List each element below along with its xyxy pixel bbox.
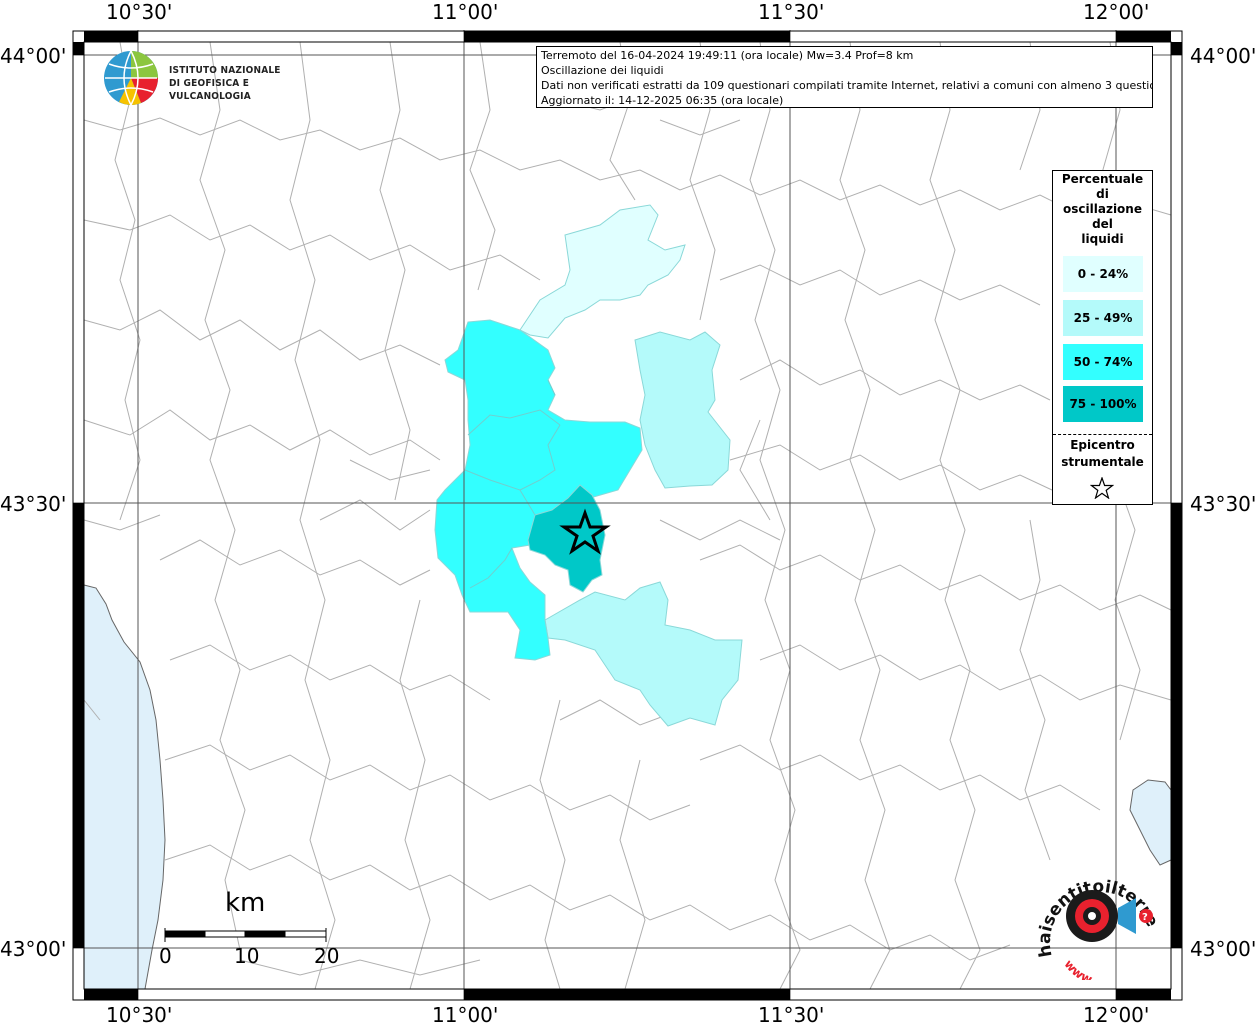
globe-icon — [104, 50, 158, 106]
data-note: Dati non verificati estratti da 109 ques… — [541, 79, 1153, 92]
star-icon — [1090, 477, 1114, 499]
legend-epicentre-line: strumentale — [1061, 455, 1144, 469]
haisentitoilterremoto-logo: haisentitoilterremoto.it www. ? — [1030, 860, 1162, 980]
lon-tick-label-top: 11°00' — [432, 0, 498, 24]
megaphone-icon — [1118, 898, 1136, 934]
lon-tick-label-top: 12°00' — [1083, 0, 1149, 24]
legend-title-line: oscillazione — [1063, 202, 1142, 216]
legend-title-line: del — [1092, 217, 1113, 231]
lon-tick-label-top: 11°30' — [758, 0, 824, 24]
lat-tick-label-right: 43°00' — [1190, 937, 1255, 961]
ingv-logo-text: ISTITUTO NAZIONALE DI GEOFISICA E VULCAN… — [169, 64, 321, 103]
event-info-box: Terremoto del 16-04-2024 19:49:11 (ora l… — [536, 46, 1153, 108]
update-time: Aggiornato il: 14-12-2025 06:35 (ora loc… — [541, 94, 784, 107]
legend: Percentuale di oscillazione del liquidi … — [1052, 170, 1153, 505]
legend-epicentre-line: Epicentro — [1070, 438, 1135, 452]
legend-item-25-49: 25 - 49% — [1063, 300, 1143, 336]
scale-unit-label: km — [225, 888, 266, 918]
legend-item-50-74: 50 - 74% — [1063, 344, 1143, 380]
scale-label: 20 — [314, 944, 340, 968]
lat-tick-label-left: 43°00' — [0, 937, 66, 961]
lat-tick-label-right: 44°00' — [1190, 44, 1255, 68]
svg-text:www.: www. — [1061, 957, 1096, 980]
lon-tick-label-bottom: 11°00' — [432, 1003, 498, 1024]
legend-title-line: liquidi — [1081, 232, 1124, 246]
svg-text:?: ? — [1142, 912, 1148, 923]
map-subject: Oscillazione dei liquidi — [541, 64, 664, 77]
lat-tick-label-right: 43°30' — [1190, 492, 1255, 516]
scale-label: 10 — [234, 944, 260, 968]
legend-item-0-24: 0 - 24% — [1063, 256, 1143, 292]
lat-tick-label-left: 43°30' — [0, 492, 66, 516]
event-title: Terremoto del 16-04-2024 19:49:11 (ora l… — [541, 49, 914, 62]
legend-title-line: di — [1096, 187, 1109, 201]
legend-epicentre-label: Epicentro strumentale — [1053, 437, 1152, 471]
legend-title: Percentuale di oscillazione del liquidi — [1053, 172, 1152, 247]
lon-tick-label-bottom: 11°30' — [758, 1003, 824, 1024]
ingv-logo: ISTITUTO NAZIONALE DI GEOFISICA E VULCAN… — [101, 48, 321, 108]
lon-tick-label-top: 10°30' — [106, 0, 172, 24]
brand-www: www. — [1061, 957, 1096, 980]
scale-label: 0 — [159, 944, 172, 968]
map-area — [84, 42, 1171, 989]
lon-tick-label-bottom: 12°00' — [1083, 1003, 1149, 1024]
legend-title-line: Percentuale — [1061, 172, 1144, 186]
logo-line-2: DI GEOFISICA E VULCANOLOGIA — [169, 78, 251, 102]
legend-item-75-100: 75 - 100% — [1063, 386, 1143, 422]
lat-tick-label-left: 44°00' — [0, 44, 66, 68]
logo-line-1: ISTITUTO NAZIONALE — [169, 65, 281, 76]
legend-divider — [1053, 434, 1152, 435]
lon-tick-label-bottom: 10°30' — [106, 1003, 172, 1024]
